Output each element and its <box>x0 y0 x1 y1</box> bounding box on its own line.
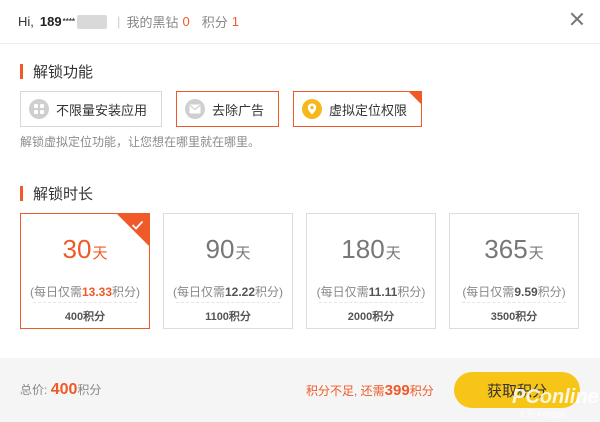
plan-daily-price: (每日仅需9.59积分) <box>462 285 566 299</box>
plan-divider <box>462 302 566 303</box>
plan-total: 400积分 <box>64 311 106 323</box>
plan-days: 90天 <box>205 234 251 264</box>
divider: | <box>117 14 121 29</box>
plan-total: 1100积分 <box>205 311 251 323</box>
plan-180-days[interactable]: 180天 (每日仅需11.11积分) 2000积分 <box>306 213 436 329</box>
account-header: Hi, 189 **** | 我的黑钻 0 积分 1 <box>0 0 600 44</box>
feature-unlimited-install[interactable]: 不限量安装应用 <box>20 91 163 127</box>
section-title-text: 解锁时长 <box>33 186 94 203</box>
plan-total: 2000积分 <box>347 311 395 323</box>
feature-list: 不限量安装应用 去除广告 虚拟定位权限 <box>20 91 423 127</box>
plan-list: 30天 (每日仅需13.33积分) 400积分 90天 (每日仅需12.22积分… <box>20 213 579 329</box>
location-pin-icon <box>302 99 323 119</box>
feature-remove-ads[interactable]: 去除广告 <box>176 91 280 127</box>
feature-description: 解锁虚拟定位功能，让您想在哪里就在哪里。 <box>20 135 261 149</box>
section-bar <box>20 186 23 201</box>
total-price-value: 400 <box>50 381 78 398</box>
phone-mask: **** <box>62 17 76 26</box>
plan-90-days[interactable]: 90天 (每日仅需12.22积分) 1100积分 <box>163 213 293 329</box>
plan-30-days[interactable]: 30天 (每日仅需13.33积分) 400积分 <box>20 213 150 329</box>
close-icon[interactable] <box>568 10 586 28</box>
feature-label: 虚拟定位权限 <box>329 102 408 118</box>
plan-divider <box>319 302 423 303</box>
feature-virtual-location[interactable]: 虚拟定位权限 <box>293 91 423 127</box>
diamond-label: 我的黑钻 <box>126 15 179 30</box>
check-icon <box>131 217 144 235</box>
plan-divider <box>176 302 280 303</box>
get-points-button[interactable]: 获取积分 <box>454 372 580 408</box>
phone-blur <box>77 14 108 29</box>
total-price: 总价: 400积分 <box>20 381 102 398</box>
apps-icon <box>29 99 49 119</box>
greeting: Hi, <box>18 14 34 29</box>
points-label: 积分 <box>201 15 228 30</box>
insufficient-points-hint: 积分不足, 还需399积分 <box>306 382 434 399</box>
plan-days: 180天 <box>341 234 401 264</box>
unlock-feature-title: 解锁功能 <box>20 61 93 82</box>
section-bar <box>20 64 23 79</box>
plan-divider <box>33 302 137 303</box>
feature-label: 去除广告 <box>212 102 265 118</box>
selected-corner-mark <box>409 92 422 104</box>
plan-daily-price: (每日仅需13.33积分) <box>29 285 141 299</box>
plan-total: 3500积分 <box>490 311 538 323</box>
plan-daily-price: (每日仅需12.22积分) <box>172 285 284 299</box>
checkout-footer: 总价: 400积分 积分不足, 还需399积分 获取积分 <box>0 358 600 422</box>
phone-number: 189 <box>39 14 62 29</box>
feature-label: 不限量安装应用 <box>56 102 148 118</box>
plan-days: 365天 <box>484 234 544 264</box>
diamond-value: 0 <box>182 14 190 29</box>
plan-daily-price: (每日仅需11.11积分) <box>316 285 426 299</box>
section-title-text: 解锁功能 <box>33 64 94 81</box>
unlock-duration-title: 解锁时长 <box>20 183 93 204</box>
points-needed: 399 <box>384 382 410 399</box>
points-value: 1 <box>231 14 239 29</box>
mail-icon <box>185 99 206 119</box>
plan-365-days[interactable]: 365天 (每日仅需9.59积分) 3500积分 <box>449 213 579 329</box>
